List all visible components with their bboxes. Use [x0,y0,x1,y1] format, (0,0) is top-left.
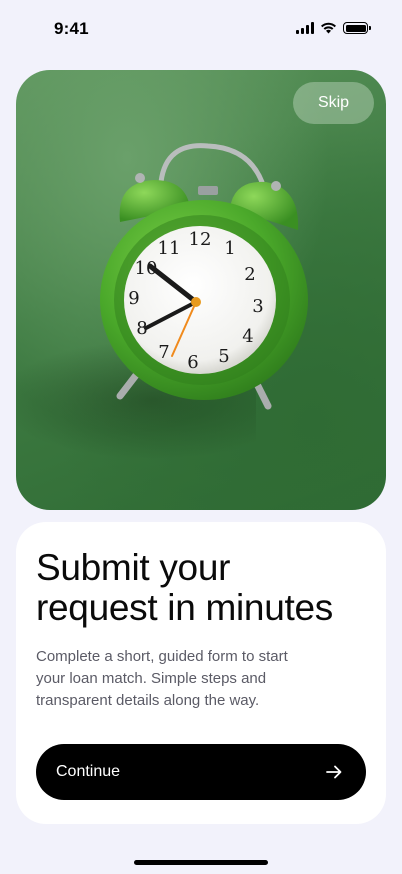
title-line-1: Submit your [36,547,231,588]
page-title: Submit your request in minutes [36,548,366,628]
wifi-icon [321,22,336,34]
clock-numeral-2: 2 [244,264,255,285]
description-line-2: your loan match. Simple steps and [36,670,267,687]
continue-label: Continue [56,763,121,780]
title-line-2: request in minutes [36,587,333,628]
clock-numeral-1: 1 [224,238,235,259]
description-text: Complete a short, guided form to start y… [36,646,356,712]
arrow-right-icon [326,765,342,779]
clock-numeral-12: 12 [189,229,212,250]
clock-numeral-11: 11 [158,238,181,259]
clock-numeral-7: 7 [158,342,169,363]
home-indicator[interactable] [134,860,268,865]
clock-numeral-5: 5 [218,346,229,367]
clock-numeral-3: 3 [252,296,263,317]
description-line-3: transparent details along the way. [36,692,260,709]
status-bar: 9:41 [0,0,402,58]
hero-image: 12 1 2 3 4 5 6 7 8 9 10 11 Skip [16,70,386,510]
clock-numeral-4: 4 [242,326,253,347]
description-line-1: Complete a short, guided form to start [36,648,288,665]
status-time: 9:41 [54,19,89,38]
continue-button[interactable]: Continue [36,744,366,800]
onboarding-card: Submit your request in minutes Complete … [16,522,386,824]
cellular-signal-icon [296,22,314,34]
battery-icon [343,22,371,34]
skip-button[interactable]: Skip [293,82,374,124]
clock-numeral-9: 9 [128,288,139,309]
clock-numeral-6: 6 [187,352,198,373]
alarm-clock-illustration: 12 1 2 3 4 5 6 7 8 9 10 11 [100,143,308,410]
status-icons [296,22,371,34]
